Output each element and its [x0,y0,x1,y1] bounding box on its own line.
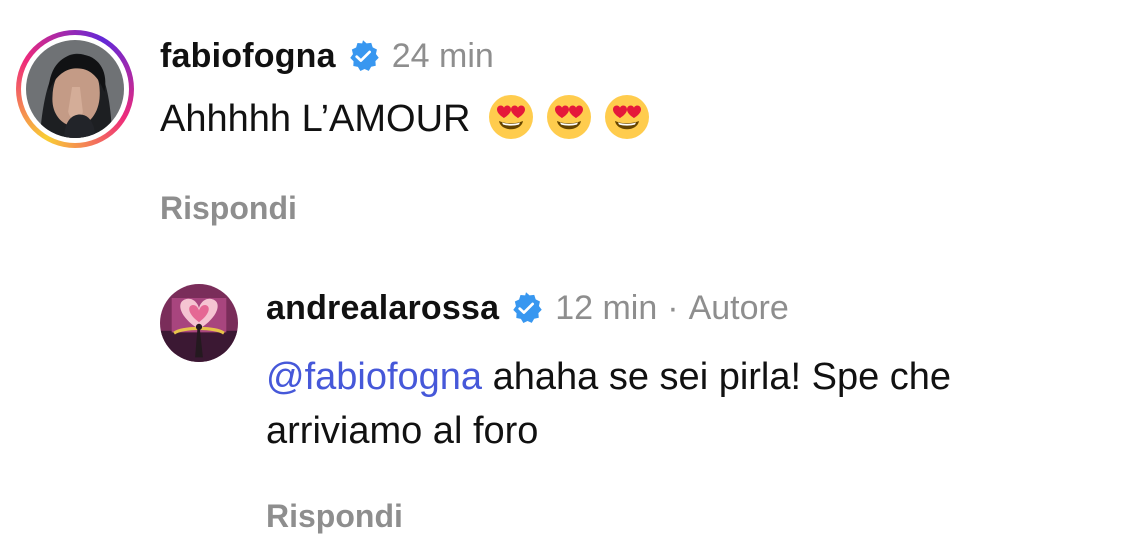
comment-message: Ahhhhh L’AMOUR [160,98,471,140]
separator-dot: · [667,288,679,327]
reply-button[interactable]: Rispondi [160,190,920,227]
heart-eyes-emoji-icon [604,95,649,139]
comment-header: andrealarossa 12 min · Autore [266,282,1026,334]
story-ring-inner [21,35,129,143]
reply-button[interactable]: Rispondi [266,498,1026,535]
comment-time: 12 min [555,288,658,327]
username[interactable]: andrealarossa [266,289,499,328]
username[interactable]: fabiofogna [160,37,336,76]
heart-eyes-emoji-icon [488,95,533,139]
comment-header: fabiofogna 24 min [160,30,920,82]
verified-icon [346,39,380,73]
verified-icon [509,291,543,325]
story-ring[interactable] [16,30,134,148]
heart-eyes-emoji-icon [546,95,591,139]
comment-thread: { "comments": [ { "username": "fabiofogn… [0,0,1122,548]
comment-body: andrealarossa 12 min · Autore @fabiofogn… [266,282,1026,535]
comment-text: Ahhhhh L’AMOUR [160,92,920,146]
comment-andrealarossa: andrealarossa 12 min · Autore @fabiofogn… [160,282,1026,535]
mention-link[interactable]: @fabiofogna [266,356,482,398]
avatar[interactable] [26,40,124,138]
comment-text: @fabiofogna ahaha se sei pirla! Spe che … [266,350,1026,458]
avatar[interactable] [160,284,238,362]
comment-body: fabiofogna 24 min Ahhhhh L’AMOUR Rispond… [160,30,920,227]
comment-time: 24 min [391,36,494,75]
author-label: Autore [688,288,789,327]
comment-fabiofogna: fabiofogna 24 min Ahhhhh L’AMOUR Rispond… [16,30,920,227]
